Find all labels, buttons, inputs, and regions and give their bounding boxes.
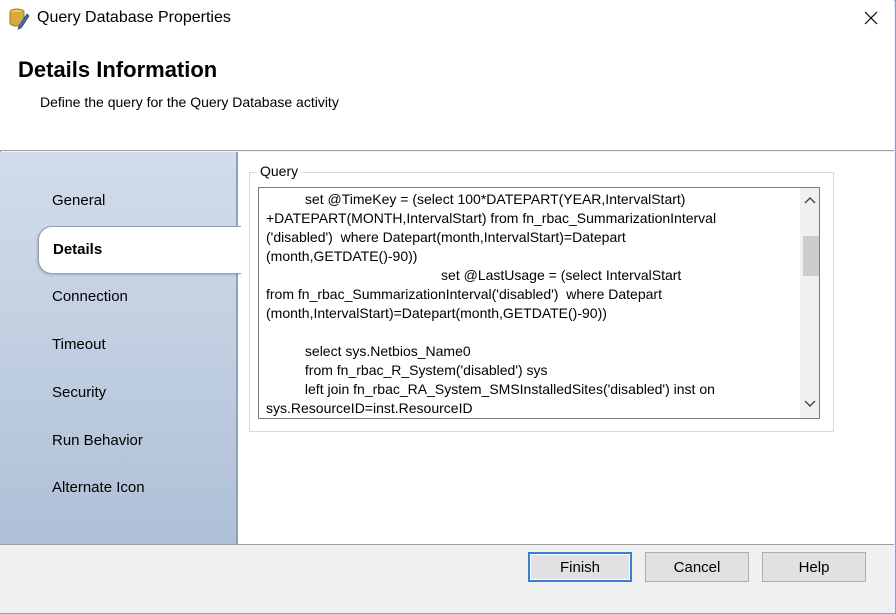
sidebar-item-alternate-icon[interactable]: Alternate Icon [52, 479, 145, 496]
chevron-down-icon[interactable] [804, 397, 816, 411]
sidebar-item-connection[interactable]: Connection [52, 288, 128, 305]
query-textarea[interactable]: set @TimeKey = (select 100*DATEPART(YEAR… [258, 187, 820, 419]
window-title: Query Database Properties [37, 9, 231, 26]
query-text[interactable]: set @TimeKey = (select 100*DATEPART(YEAR… [266, 190, 782, 418]
close-button[interactable] [848, 0, 894, 36]
header-panel: Details Information Define the query for… [0, 36, 894, 151]
close-icon [864, 11, 878, 25]
page-subtitle: Define the query for the Query Database … [40, 94, 339, 110]
chevron-up-icon[interactable] [804, 193, 816, 207]
help-button[interactable]: Help [762, 552, 866, 582]
finish-button[interactable]: Finish [528, 552, 632, 582]
sidebar-item-general[interactable]: General [52, 192, 105, 209]
scroll-thumb[interactable] [803, 236, 819, 276]
sidebar-item-run-behavior[interactable]: Run Behavior [52, 432, 143, 449]
sidebar-item-security[interactable]: Security [52, 384, 106, 401]
cancel-button[interactable]: Cancel [645, 552, 749, 582]
page-title: Details Information [18, 57, 218, 82]
sidebar-item-details-label[interactable]: Details [53, 241, 102, 258]
query-scrollbar[interactable] [800, 188, 819, 418]
sidebar-item-timeout[interactable]: Timeout [52, 336, 106, 353]
query-group-label: Query [257, 163, 302, 179]
database-pencil-icon [8, 6, 30, 30]
title-bar: Query Database Properties [0, 0, 894, 36]
button-bar [0, 544, 894, 613]
